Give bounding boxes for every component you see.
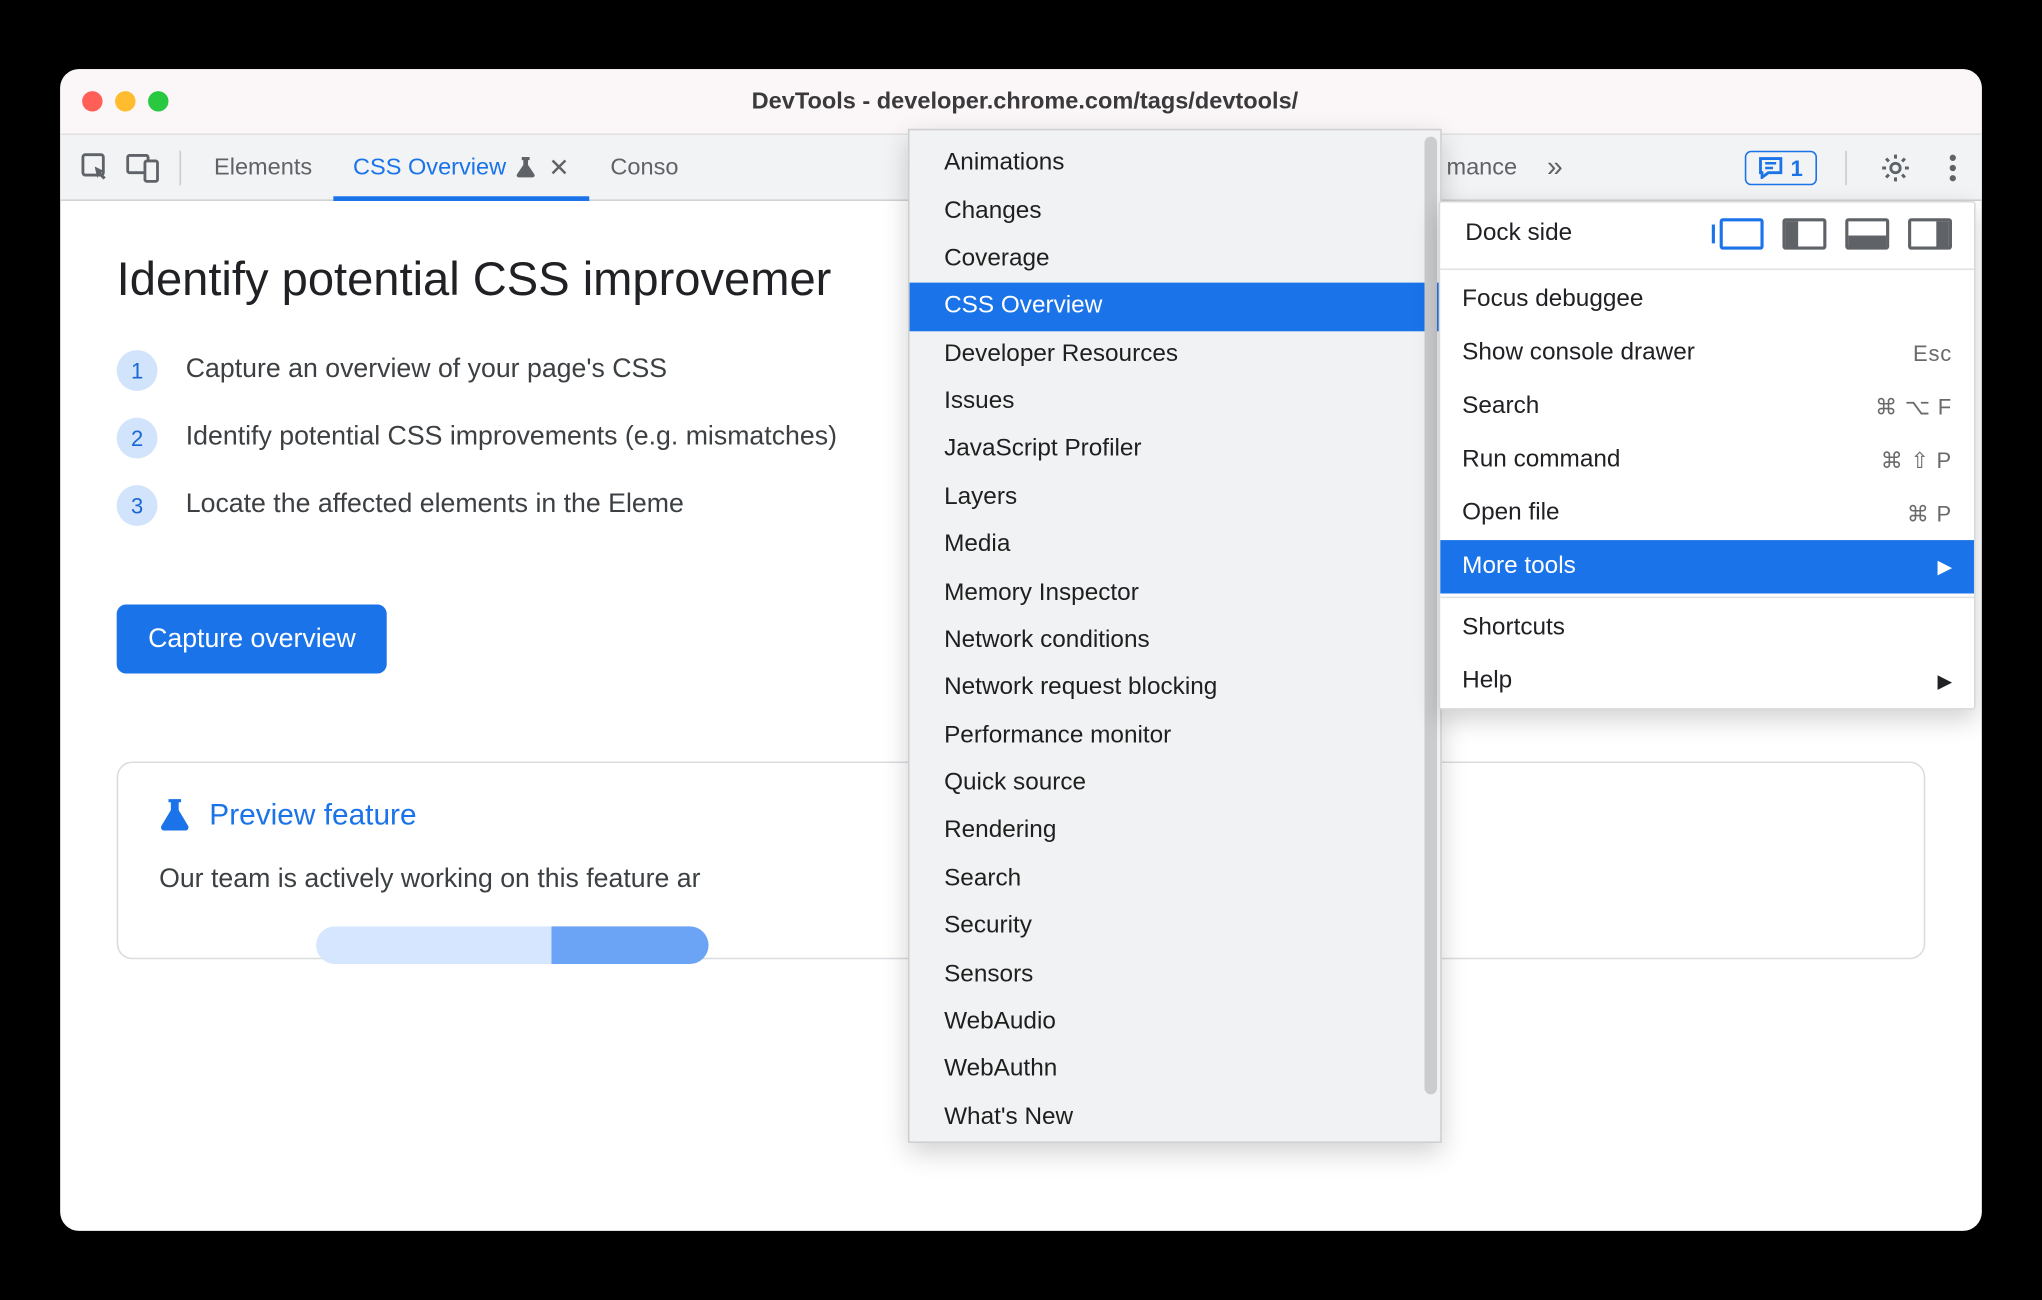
- menu-label: Open file: [1462, 499, 1559, 527]
- devtools-window: DevTools - developer.chrome.com/tags/dev…: [60, 69, 1982, 1231]
- menu-item-focus-debuggee[interactable]: Focus debuggee: [1440, 273, 1974, 326]
- submenu-item-memory-inspector[interactable]: Memory Inspector: [910, 569, 1441, 617]
- chevron-right-icon: ▶: [1938, 670, 1952, 692]
- tab-performance[interactable]: mance: [1426, 135, 1538, 199]
- submenu-item-media[interactable]: Media: [910, 521, 1441, 569]
- menu-item-shortcuts[interactable]: Shortcuts: [1440, 601, 1974, 654]
- submenu-item-webauthn[interactable]: WebAuthn: [910, 1046, 1441, 1094]
- body-text: Our team is actively working on this fea…: [159, 864, 700, 894]
- flask-icon: [516, 155, 536, 179]
- dock-bottom-icon[interactable]: [1845, 218, 1889, 249]
- progress-pill: [316, 926, 709, 964]
- shortcut-text: Esc: [1913, 341, 1952, 366]
- device-toggle-icon[interactable]: [120, 144, 167, 191]
- card-title: Preview feature: [209, 799, 416, 834]
- tab-css-overview[interactable]: CSS Overview ✕: [333, 135, 590, 199]
- scrollbar[interactable]: [1424, 137, 1437, 1095]
- dock-left-icon[interactable]: [1782, 218, 1826, 249]
- tab-label: CSS Overview: [353, 154, 506, 181]
- toolbar-divider: [1845, 150, 1847, 185]
- dock-label: Dock side: [1465, 220, 1572, 248]
- toolbar-divider: [179, 150, 181, 185]
- tab-strip: Elements CSS Overview ✕ Conso: [194, 135, 699, 199]
- submenu-item-what-s-new[interactable]: What's New: [910, 1094, 1441, 1142]
- submenu-item-coverage[interactable]: Coverage: [910, 235, 1441, 283]
- submenu-item-quick-source[interactable]: Quick source: [910, 760, 1441, 808]
- menu-label: Focus debuggee: [1462, 286, 1643, 314]
- window-title: DevTools - developer.chrome.com/tags/dev…: [90, 88, 1960, 115]
- tab-console[interactable]: Conso: [590, 135, 699, 199]
- menu-separator: [1440, 268, 1974, 270]
- overflow-tabs-icon[interactable]: »: [1538, 151, 1573, 184]
- submenu-item-network-conditions[interactable]: Network conditions: [910, 617, 1441, 665]
- submenu-item-layers[interactable]: Layers: [910, 474, 1441, 522]
- step-text: Capture an overview of your page's CSS: [186, 349, 667, 391]
- submenu-item-css-overview[interactable]: CSS Overview: [910, 283, 1441, 331]
- dock-undock-icon[interactable]: [1720, 218, 1764, 249]
- inspect-icon[interactable]: [73, 144, 120, 191]
- menu-item-more-tools[interactable]: More tools ▶: [1440, 540, 1974, 593]
- menu-item-open-file[interactable]: Open file ⌘ P: [1440, 487, 1974, 540]
- chat-icon: [1759, 156, 1783, 178]
- submenu-item-webaudio[interactable]: WebAudio: [910, 998, 1441, 1046]
- submenu-item-sensors[interactable]: Sensors: [910, 950, 1441, 998]
- step-number: 2: [117, 418, 158, 459]
- menu-label: More tools: [1462, 553, 1576, 581]
- kebab-icon[interactable]: [1932, 153, 1973, 181]
- issues-badge[interactable]: 1: [1745, 150, 1817, 185]
- toolbar-right: 1: [1745, 150, 1972, 185]
- menu-item-show-console-drawer[interactable]: Show console drawer Esc: [1440, 327, 1974, 380]
- dock-right-icon[interactable]: [1908, 218, 1952, 249]
- step-text: Locate the affected elements in the Elem…: [186, 484, 684, 526]
- submenu-item-security[interactable]: Security: [910, 903, 1441, 951]
- step-text: Identify potential CSS improvements (e.g…: [186, 416, 837, 458]
- menu-label: Show console drawer: [1462, 339, 1695, 367]
- menu-item-help[interactable]: Help ▶: [1440, 655, 1974, 708]
- menu-label: Search: [1462, 393, 1539, 421]
- shortcut-text: ⌘ ⌥ F: [1875, 393, 1952, 420]
- tab-elements[interactable]: Elements: [194, 135, 333, 199]
- menu-label: Shortcuts: [1462, 614, 1565, 642]
- dock-side-row: Dock side: [1440, 203, 1974, 266]
- gear-icon[interactable]: [1875, 152, 1916, 183]
- tab-label: Conso: [610, 154, 678, 181]
- menu-item-search[interactable]: Search ⌘ ⌥ F: [1440, 380, 1974, 433]
- shortcut-text: ⌘ P: [1907, 500, 1952, 527]
- flask-icon: [159, 798, 190, 836]
- submenu-item-search[interactable]: Search: [910, 855, 1441, 903]
- step-number: 3: [117, 485, 158, 526]
- submenu-item-performance-monitor[interactable]: Performance monitor: [910, 712, 1441, 760]
- submenu-item-issues[interactable]: Issues: [910, 378, 1441, 426]
- chevron-right-icon: ▶: [1938, 556, 1952, 578]
- tab-label: Elements: [214, 154, 312, 181]
- submenu-item-javascript-profiler[interactable]: JavaScript Profiler: [910, 426, 1441, 474]
- submenu-item-network-request-blocking[interactable]: Network request blocking: [910, 664, 1441, 712]
- capture-overview-button[interactable]: Capture overview: [117, 604, 387, 673]
- submenu-item-animations[interactable]: Animations: [910, 140, 1441, 188]
- menu-label: Help: [1462, 667, 1512, 695]
- step-number: 1: [117, 350, 158, 391]
- submenu-item-changes[interactable]: Changes: [910, 187, 1441, 235]
- more-tools-submenu: AnimationsChangesCoverageCSS OverviewDev…: [908, 129, 1442, 1143]
- submenu-item-rendering[interactable]: Rendering: [910, 807, 1441, 855]
- menu-label: Run command: [1462, 446, 1620, 474]
- titlebar: DevTools - developer.chrome.com/tags/dev…: [60, 69, 1982, 135]
- dock-options: [1720, 218, 1952, 249]
- submenu-item-developer-resources[interactable]: Developer Resources: [910, 331, 1441, 379]
- issue-count: 1: [1791, 155, 1803, 180]
- tab-label: mance: [1446, 154, 1517, 181]
- menu-separator: [1440, 597, 1974, 599]
- menu-item-run-command[interactable]: Run command ⌘ ⇧ P: [1440, 433, 1974, 486]
- shortcut-text: ⌘ ⇧ P: [1881, 447, 1952, 474]
- close-icon[interactable]: ✕: [549, 152, 570, 183]
- settings-menu: Dock side Focus debuggee Show console dra…: [1439, 201, 1976, 710]
